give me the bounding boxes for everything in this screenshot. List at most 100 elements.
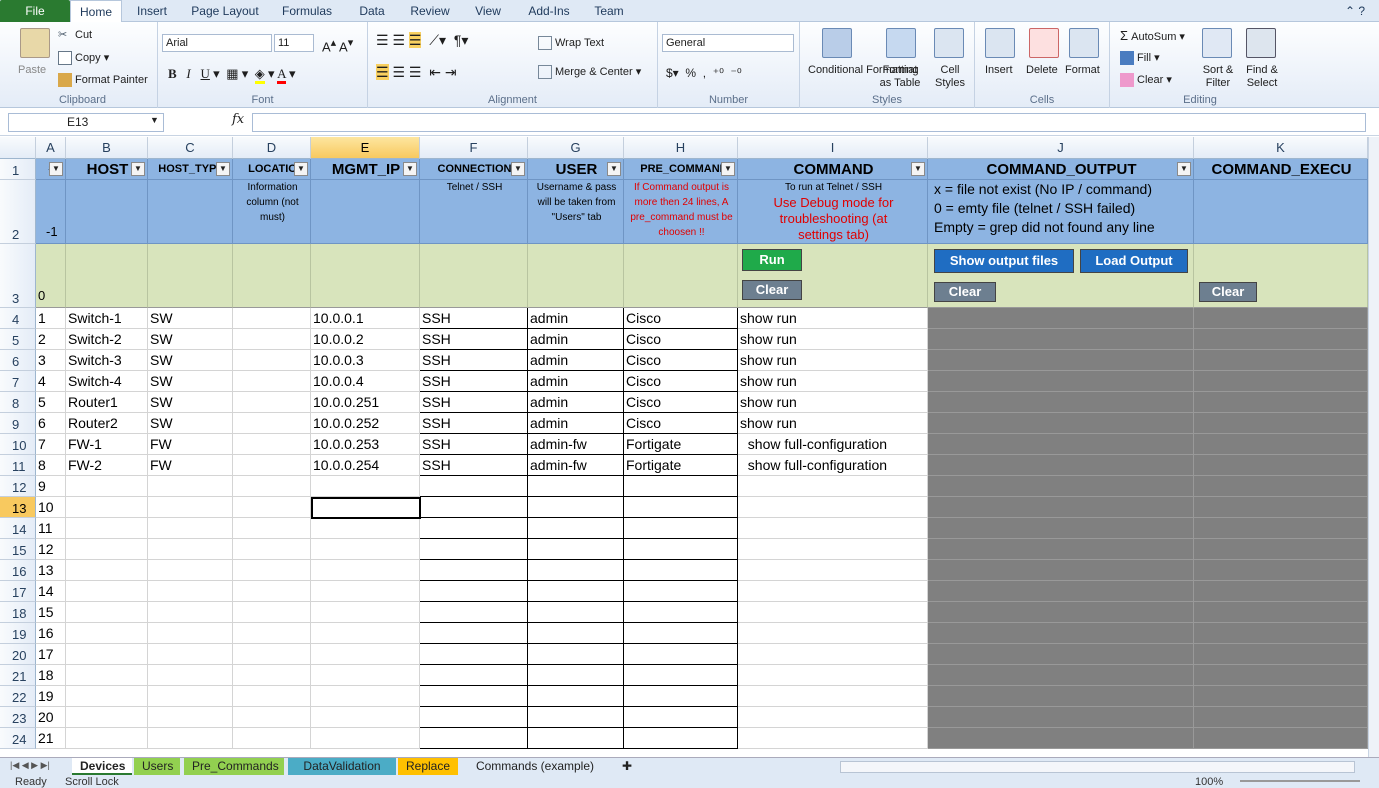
- cell-c15[interactable]: [148, 539, 233, 560]
- cell-i19[interactable]: [738, 623, 928, 644]
- cell-i17[interactable]: [738, 581, 928, 602]
- cell-b10[interactable]: FW-1: [66, 434, 148, 455]
- cell-h9[interactable]: Cisco: [624, 413, 738, 434]
- cell-a24[interactable]: 21: [36, 728, 66, 749]
- row-header-22[interactable]: 22: [0, 686, 36, 707]
- row-header-4[interactable]: 4: [0, 308, 36, 329]
- clear-execution-button[interactable]: Clear: [1199, 282, 1257, 302]
- cell-d7[interactable]: [233, 371, 311, 392]
- row-header-16[interactable]: 16: [0, 560, 36, 581]
- filter-dropdown-icon[interactable]: ▼: [607, 162, 621, 176]
- cell-a6[interactable]: 3: [36, 350, 66, 371]
- cell-f6[interactable]: SSH: [420, 350, 528, 371]
- cell-a22[interactable]: 19: [36, 686, 66, 707]
- row-header-19[interactable]: 19: [0, 623, 36, 644]
- copy-button[interactable]: Copy ▾: [58, 51, 109, 66]
- cell-f9[interactable]: SSH: [420, 413, 528, 434]
- cell-i15[interactable]: [738, 539, 928, 560]
- fill-button[interactable]: Fill ▾: [1120, 51, 1160, 66]
- cell-h20[interactable]: [624, 644, 738, 665]
- clear-output-button[interactable]: Clear: [934, 282, 996, 302]
- cell-a7[interactable]: 4: [36, 371, 66, 392]
- cell-d24[interactable]: [233, 728, 311, 749]
- tab-file[interactable]: File: [0, 0, 70, 22]
- column-header-g[interactable]: G: [528, 137, 624, 159]
- cell-h11[interactable]: Fortigate: [624, 455, 738, 476]
- insert-sheet-icon[interactable]: ✚: [614, 758, 634, 775]
- filter-dropdown-icon[interactable]: ▼: [511, 162, 525, 176]
- name-box[interactable]: E13: [8, 113, 164, 132]
- fill-color-icon[interactable]: ◈: [254, 66, 265, 84]
- cell-g6[interactable]: admin: [528, 350, 624, 371]
- cell-c9[interactable]: SW: [148, 413, 233, 434]
- tab-add-ins[interactable]: Add-Ins: [518, 0, 580, 22]
- cell-i13[interactable]: [738, 497, 928, 518]
- cell-d5[interactable]: [233, 329, 311, 350]
- cell-f13[interactable]: [420, 497, 528, 518]
- cell-c18[interactable]: [148, 602, 233, 623]
- sheet-tab-devices[interactable]: Devices: [72, 758, 132, 775]
- cell-c13[interactable]: [148, 497, 233, 518]
- cell-g24[interactable]: [528, 728, 624, 749]
- column-header-b[interactable]: B: [66, 137, 148, 159]
- cell-b18[interactable]: [66, 602, 148, 623]
- cell-i9[interactable]: show run: [738, 413, 928, 434]
- cell-f20[interactable]: [420, 644, 528, 665]
- cell-i21[interactable]: [738, 665, 928, 686]
- row-header-17[interactable]: 17: [0, 581, 36, 602]
- cell-g14[interactable]: [528, 518, 624, 539]
- cell-h10[interactable]: Fortigate: [624, 434, 738, 455]
- column-header-a[interactable]: A: [36, 137, 66, 159]
- cell-e11[interactable]: 10.0.0.254: [311, 455, 420, 476]
- cell-d16[interactable]: [233, 560, 311, 581]
- cell-f10[interactable]: SSH: [420, 434, 528, 455]
- cell-g12[interactable]: [528, 476, 624, 497]
- sheet-nav-buttons[interactable]: |◀ ◀ ▶ ▶|: [10, 760, 50, 771]
- cell-d19[interactable]: [233, 623, 311, 644]
- cell-g22[interactable]: [528, 686, 624, 707]
- sheet-tab-users[interactable]: Users: [134, 758, 180, 775]
- cell-e14[interactable]: [311, 518, 420, 539]
- cell-i4[interactable]: show run: [738, 308, 928, 329]
- cell-d8[interactable]: [233, 392, 311, 413]
- tab-data[interactable]: Data: [346, 0, 398, 22]
- cell-a19[interactable]: 16: [36, 623, 66, 644]
- column-header-k[interactable]: K: [1194, 137, 1368, 159]
- cell-b12[interactable]: [66, 476, 148, 497]
- cell-b4[interactable]: Switch-1: [66, 308, 148, 329]
- cell-e10[interactable]: 10.0.0.253: [311, 434, 420, 455]
- cell-h14[interactable]: [624, 518, 738, 539]
- cell-g23[interactable]: [528, 707, 624, 728]
- clear-button[interactable]: Clear ▾: [1120, 73, 1172, 88]
- cell-e9[interactable]: 10.0.0.252: [311, 413, 420, 434]
- insert-function-button[interactable]: fx: [232, 112, 244, 127]
- find-select-button[interactable]: Find & Select: [1240, 64, 1284, 90]
- cell-b13[interactable]: [66, 497, 148, 518]
- filter-dropdown-icon[interactable]: ▼: [49, 162, 63, 176]
- row-header-10[interactable]: 10: [0, 434, 36, 455]
- cell-e7[interactable]: 10.0.0.4: [311, 371, 420, 392]
- row-header-14[interactable]: 14: [0, 518, 36, 539]
- cell-g18[interactable]: [528, 602, 624, 623]
- cell-a18[interactable]: 15: [36, 602, 66, 623]
- cell-b14[interactable]: [66, 518, 148, 539]
- cell-h19[interactable]: [624, 623, 738, 644]
- cell-f8[interactable]: SSH: [420, 392, 528, 413]
- show-output-files-button[interactable]: Show output files: [934, 249, 1074, 273]
- cell-d14[interactable]: [233, 518, 311, 539]
- sort-filter-button[interactable]: Sort & Filter: [1198, 64, 1238, 90]
- cell-i16[interactable]: [738, 560, 928, 581]
- row-header-1[interactable]: 1: [0, 159, 36, 180]
- row-header-5[interactable]: 5: [0, 329, 36, 350]
- sheet-tab-datavalidation[interactable]: DataValidation: [288, 758, 396, 775]
- cell-i10[interactable]: show full-configuration: [738, 434, 928, 455]
- cell-i11[interactable]: show full-configuration: [738, 455, 928, 476]
- cut-button[interactable]: ✂ Cut: [58, 28, 92, 42]
- column-header-d[interactable]: D: [233, 137, 311, 159]
- cell-h6[interactable]: Cisco: [624, 350, 738, 371]
- cell-e8[interactable]: 10.0.0.251: [311, 392, 420, 413]
- cell-f17[interactable]: [420, 581, 528, 602]
- cell-g20[interactable]: [528, 644, 624, 665]
- cell-a8[interactable]: 5: [36, 392, 66, 413]
- load-output-button[interactable]: Load Output: [1080, 249, 1188, 273]
